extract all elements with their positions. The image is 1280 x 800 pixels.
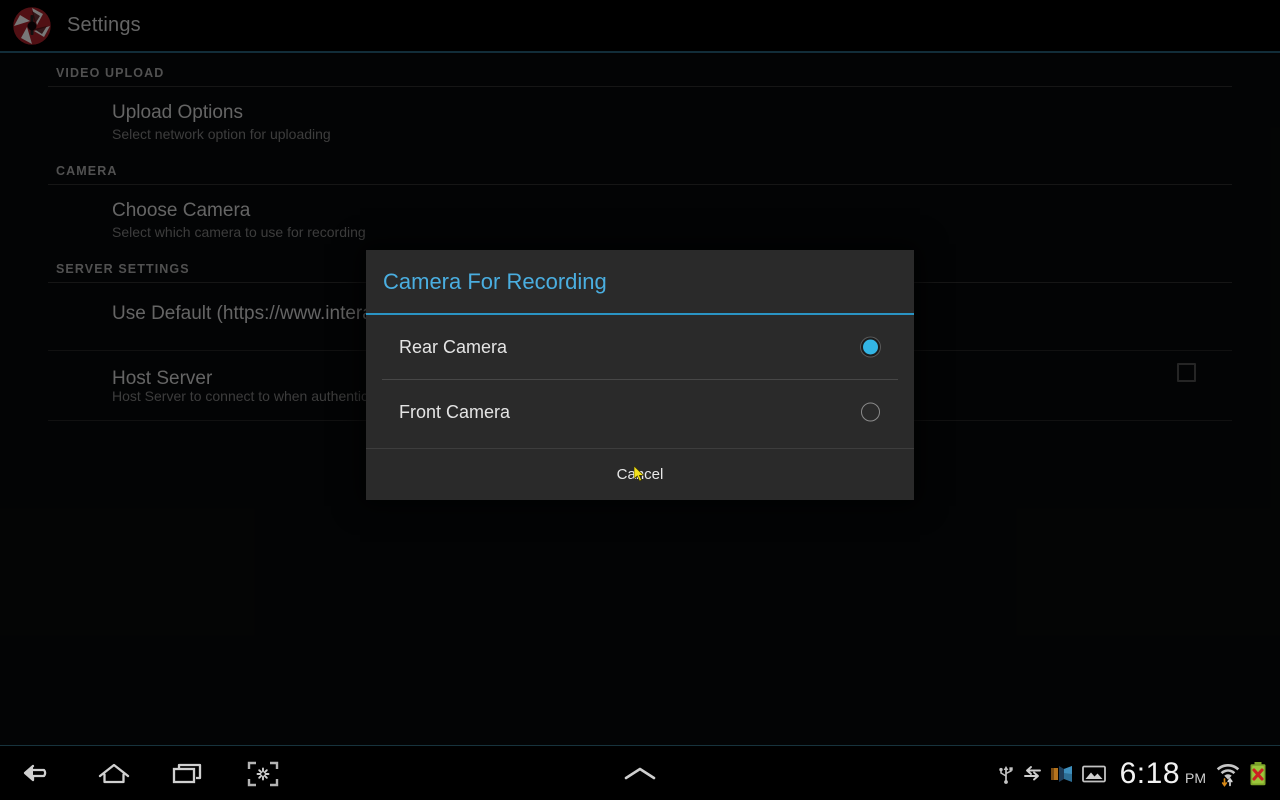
chevron-up-icon[interactable] <box>611 754 669 794</box>
action-bar: Settings <box>0 0 1280 53</box>
section-header-video-upload: VIDEO UPLOAD <box>56 66 165 80</box>
list-item-subtitle: Select which camera to use for recording <box>112 224 366 240</box>
dialog-title-bar: Camera For Recording <box>366 250 914 315</box>
projector-cast-icon <box>1050 765 1074 783</box>
section-header-camera: CAMERA <box>56 164 118 178</box>
recent-apps-icon[interactable] <box>159 754 217 794</box>
back-icon[interactable] <box>11 754 69 794</box>
dialog-title: Camera For Recording <box>383 268 607 294</box>
dialog-option-label: Rear Camera <box>399 336 508 357</box>
radio-rear-camera[interactable] <box>861 337 880 357</box>
clock-ampm: PM <box>1185 769 1206 786</box>
cancel-button[interactable]: Cancel <box>366 448 914 500</box>
list-item-title: Host Server <box>112 368 213 389</box>
system-navigation-bar: 6:18 PM <box>0 745 1280 800</box>
camera-aperture-icon[interactable] <box>9 3 55 49</box>
android-settings-screen: Settings VIDEO UPLOAD Upload Options Sel… <box>0 0 1280 800</box>
list-item-title: Choose Camera <box>112 200 251 221</box>
list-item-title: Use Default (https://www.intera <box>112 303 373 324</box>
cancel-button-label: Cancel <box>616 466 664 483</box>
use-default-checkbox[interactable] <box>1177 363 1196 382</box>
dialog-option-front-camera[interactable]: Front Camera <box>366 380 914 444</box>
home-icon[interactable] <box>85 754 143 794</box>
screenshot-icon[interactable] <box>234 754 292 794</box>
dialog-option-label: Front Camera <box>399 401 511 422</box>
wifi-signal-icon <box>1216 761 1240 787</box>
section-header-server-settings: SERVER SETTINGS <box>56 262 190 276</box>
sync-transfer-icon <box>1023 765 1042 783</box>
camera-for-recording-dialog: Camera For Recording Rear Camera Front C… <box>366 250 914 500</box>
list-item-title: Upload Options <box>112 102 243 123</box>
status-tray: 6:18 PM <box>993 746 1272 800</box>
gallery-image-icon <box>1081 764 1106 784</box>
clock-time: 6:18 <box>1119 756 1180 790</box>
battery-error-icon <box>1248 761 1268 787</box>
usb-icon <box>997 764 1015 784</box>
section-divider <box>48 184 1232 185</box>
section-divider <box>48 86 1232 87</box>
page-title: Settings <box>67 14 141 36</box>
radio-front-camera[interactable] <box>861 402 880 422</box>
list-item-subtitle: Host Server to connect to when authentic… <box>112 388 376 404</box>
dialog-option-rear-camera[interactable]: Rear Camera <box>366 315 914 379</box>
list-item-subtitle: Select network option for uploading <box>112 126 331 142</box>
status-clock: 6:18 PM <box>1120 757 1206 791</box>
